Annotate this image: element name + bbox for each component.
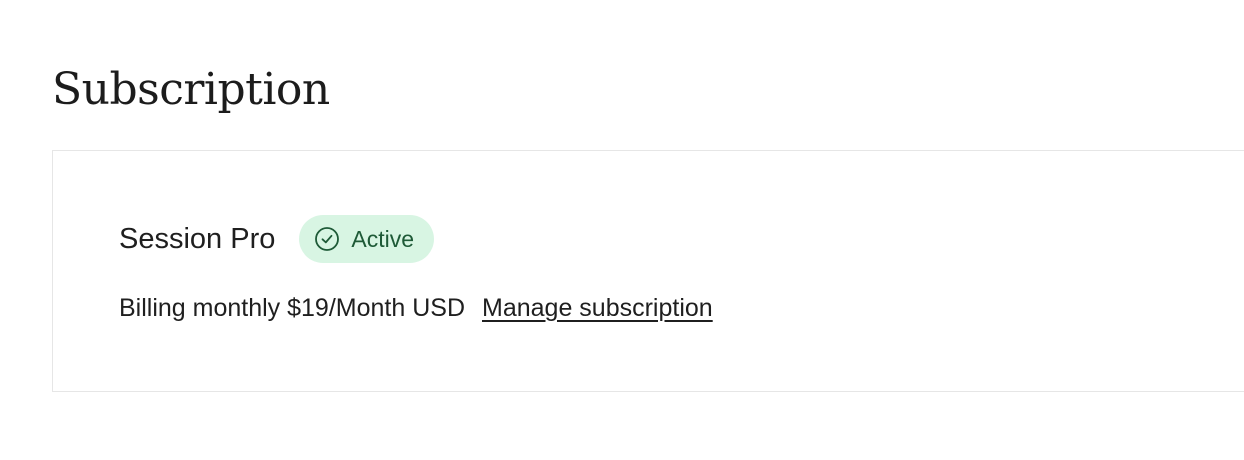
billing-details: Billing monthly $19/Month USD	[119, 293, 465, 322]
check-circle-icon	[313, 225, 341, 253]
manage-subscription-link[interactable]: Manage subscription	[482, 294, 713, 323]
status-badge: Active	[299, 215, 434, 263]
status-label: Active	[351, 225, 414, 252]
billing-row: Billing monthly $19/Month USD Manage sub…	[119, 291, 713, 325]
plan-row: Session Pro Active	[119, 215, 434, 263]
plan-name: Session Pro	[119, 222, 276, 255]
subscription-card: Session Pro Active Billing monthly $19/M…	[52, 150, 1244, 392]
page-title: Subscription	[52, 64, 330, 115]
